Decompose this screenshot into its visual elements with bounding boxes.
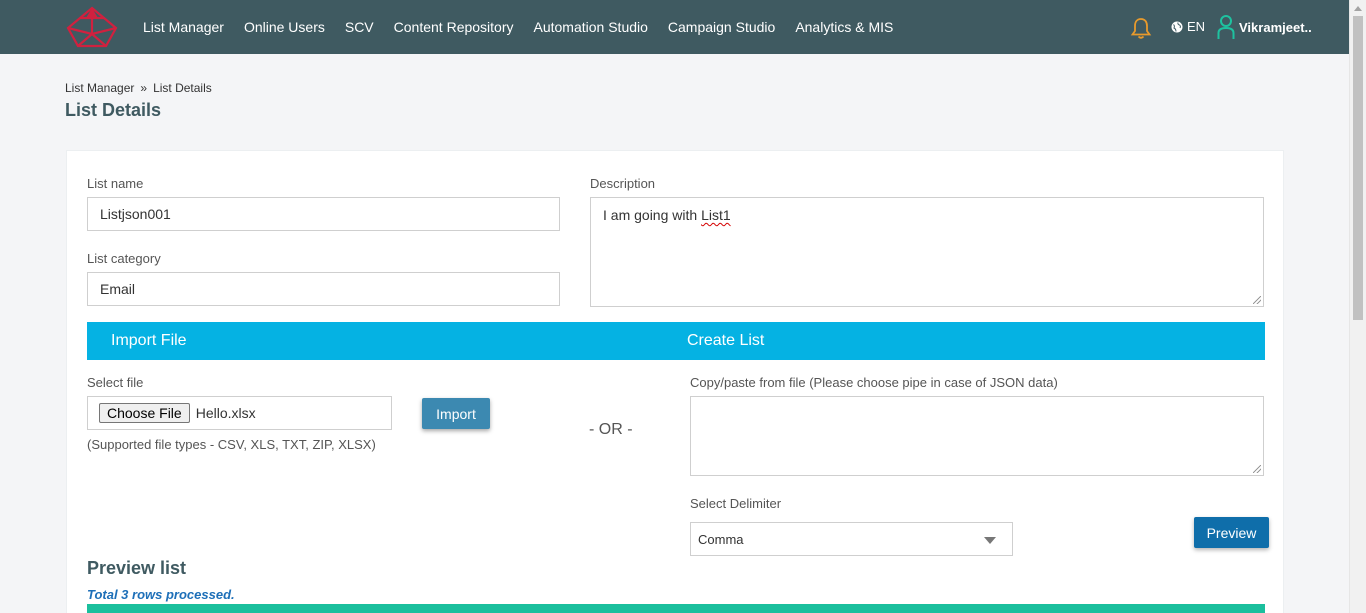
description-label: Description bbox=[590, 176, 656, 191]
choose-file-button[interactable]: Choose File bbox=[99, 403, 190, 423]
main-nav: List Manager Online Users SCV Content Re… bbox=[143, 0, 913, 54]
list-category-value: Email bbox=[100, 281, 136, 297]
import-file-header: Import File bbox=[111, 332, 187, 349]
select-file-label: Select file bbox=[87, 375, 144, 390]
logo-icon[interactable] bbox=[64, 6, 120, 48]
scroll-thumb[interactable] bbox=[1353, 16, 1363, 320]
description-textarea[interactable]: I am going with List1 bbox=[590, 197, 1264, 307]
supported-file-types: (Supported file types - CSV, XLS, TXT, Z… bbox=[87, 437, 376, 452]
preview-button[interactable]: Preview bbox=[1194, 517, 1269, 548]
user-name: Vikramjeet.. bbox=[1239, 19, 1312, 35]
user-menu[interactable]: Vikramjeet.. bbox=[1217, 14, 1312, 40]
nav-campaign-studio[interactable]: Campaign Studio bbox=[668, 19, 775, 35]
nav-analytics-mis[interactable]: Analytics & MIS bbox=[795, 19, 893, 35]
breadcrumb-current: List Details bbox=[153, 81, 212, 95]
list-name-value: Listjson001 bbox=[100, 206, 171, 222]
list-name-label: List name bbox=[87, 176, 144, 191]
list-name-input[interactable]: Listjson001 bbox=[87, 197, 560, 231]
scroll-up-arrow-icon[interactable] bbox=[1354, 6, 1362, 11]
resize-grip-icon[interactable] bbox=[1253, 465, 1261, 473]
globe-icon bbox=[1171, 21, 1183, 32]
breadcrumb-parent[interactable]: List Manager bbox=[65, 81, 134, 95]
nav-content-repository[interactable]: Content Repository bbox=[394, 19, 514, 35]
selected-file-name: Hello.xlsx bbox=[195, 405, 256, 421]
section-header-bar: Import File Create List bbox=[87, 322, 1265, 360]
language-label: EN bbox=[1187, 19, 1206, 34]
language-selector[interactable]: EN bbox=[1171, 19, 1205, 34]
header-tools: EN Vikramjeet.. bbox=[1049, 0, 1349, 54]
list-category-label: List category bbox=[87, 251, 161, 266]
nav-online-users[interactable]: Online Users bbox=[244, 19, 325, 35]
breadcrumb-separator: » bbox=[140, 81, 148, 95]
breadcrumb: List Manager » List Details bbox=[65, 81, 212, 95]
copy-paste-label: Copy/paste from file (Please choose pipe… bbox=[690, 375, 1058, 390]
delimiter-label: Select Delimiter bbox=[690, 496, 782, 511]
file-input[interactable]: Choose File Hello.xlsx bbox=[87, 396, 392, 430]
rows-processed-status: Total 3 rows processed. bbox=[87, 587, 235, 602]
page-scrollbar[interactable] bbox=[1349, 0, 1366, 613]
page-title: List Details bbox=[65, 100, 162, 120]
nav-list-manager[interactable]: List Manager bbox=[143, 19, 224, 35]
copy-paste-textarea[interactable] bbox=[690, 396, 1264, 476]
delimiter-select[interactable]: Comma bbox=[690, 522, 1013, 556]
user-icon bbox=[1217, 15, 1235, 39]
nav-scv[interactable]: SCV bbox=[345, 19, 374, 35]
description-text: I am going with bbox=[603, 207, 702, 223]
list-details-card: List name Listjson001 List category Emai… bbox=[66, 150, 1284, 613]
description-misspelled-word: List1 bbox=[701, 207, 731, 223]
resize-grip-icon[interactable] bbox=[1253, 296, 1261, 304]
top-navbar: List Manager Online Users SCV Content Re… bbox=[0, 0, 1349, 54]
chevron-down-icon bbox=[984, 537, 996, 544]
nav-automation-studio[interactable]: Automation Studio bbox=[534, 19, 648, 35]
preview-list-title: Preview list bbox=[87, 558, 187, 578]
list-category-input[interactable]: Email bbox=[87, 272, 560, 306]
create-list-header: Create List bbox=[687, 332, 765, 349]
bell-icon[interactable] bbox=[1129, 16, 1153, 40]
preview-table-header bbox=[87, 604, 1265, 613]
or-separator: - OR - bbox=[589, 421, 633, 438]
delimiter-value: Comma bbox=[698, 531, 744, 547]
import-button[interactable]: Import bbox=[422, 398, 490, 429]
